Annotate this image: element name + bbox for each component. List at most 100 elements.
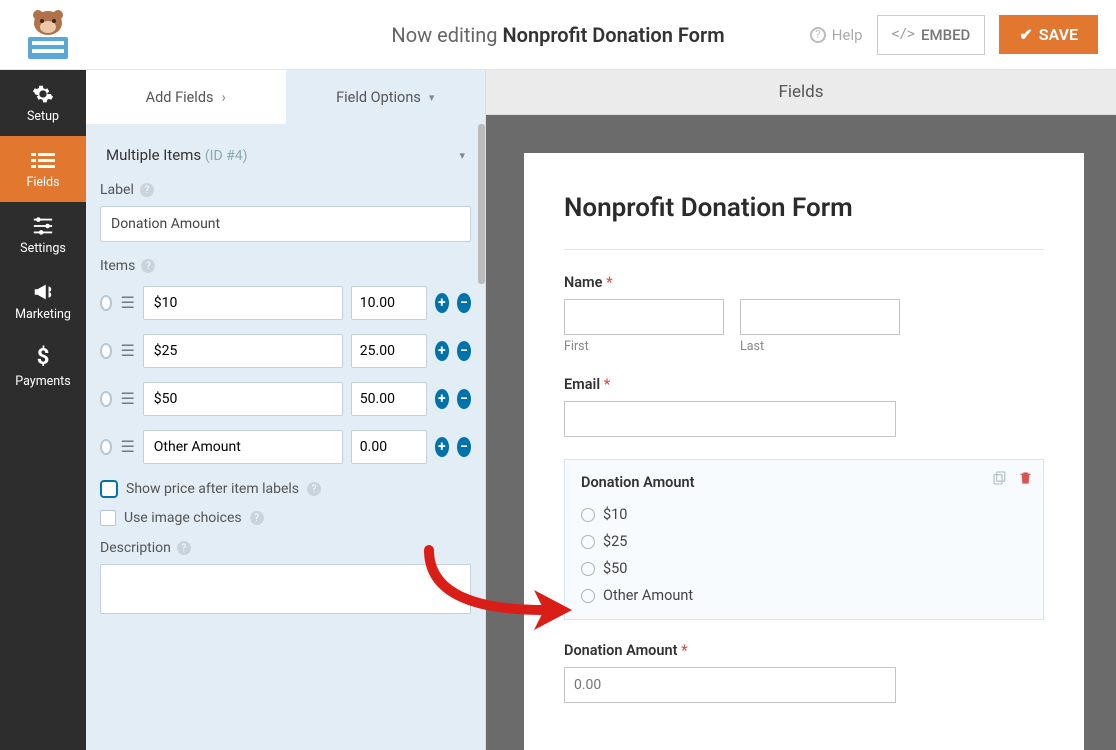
radio-option[interactable]: $25 xyxy=(581,528,1027,555)
nav-label: Payments xyxy=(15,374,70,389)
email-input[interactable] xyxy=(564,401,896,437)
item-row: ☰ +− xyxy=(100,286,471,320)
help-icon[interactable]: ? xyxy=(141,259,155,273)
drag-handle-icon[interactable]: ☰ xyxy=(120,439,134,455)
list-icon xyxy=(31,149,55,171)
donation-amount-input[interactable] xyxy=(564,667,896,703)
add-item-button[interactable]: + xyxy=(435,437,449,457)
remove-item-button[interactable]: − xyxy=(457,341,471,361)
field-label-input[interactable] xyxy=(100,206,471,242)
left-nav: Setup Fields Settings Marketing $ Paymen… xyxy=(0,70,86,750)
item-price-input[interactable] xyxy=(351,286,427,320)
item-row: ☰ +− xyxy=(100,430,471,464)
chevron-right-icon: › xyxy=(221,89,225,106)
panel-scrollbar[interactable] xyxy=(478,124,485,284)
nav-label: Settings xyxy=(20,241,66,256)
section-id: (ID #4) xyxy=(205,148,248,164)
drag-handle-icon[interactable]: ☰ xyxy=(120,295,134,311)
nav-label: Fields xyxy=(26,175,59,190)
tab-field-options[interactable]: Field Options ▾ xyxy=(286,70,486,124)
description-label: Description xyxy=(100,540,171,556)
remove-item-button[interactable]: − xyxy=(457,389,471,409)
editing-title: Now editing Nonprofit Donation Form xyxy=(391,23,724,47)
last-name-input[interactable] xyxy=(740,299,900,335)
dollar-icon: $ xyxy=(37,345,50,370)
help-icon[interactable]: ? xyxy=(250,511,264,525)
option-label: $10 xyxy=(603,506,627,523)
help-icon[interactable]: ? xyxy=(140,183,154,197)
item-label-input[interactable] xyxy=(143,430,343,464)
tab-label: Add Fields xyxy=(146,89,214,106)
radio-icon xyxy=(581,535,595,549)
first-sublabel: First xyxy=(564,339,724,354)
checkbox[interactable] xyxy=(100,480,118,498)
default-radio[interactable] xyxy=(100,391,112,407)
trash-icon[interactable] xyxy=(1018,470,1033,490)
radio-option[interactable]: $50 xyxy=(581,555,1027,582)
embed-icon: </> xyxy=(892,27,915,42)
help-icon[interactable]: ? xyxy=(307,482,321,496)
chevron-down-icon: ▾ xyxy=(459,149,465,162)
nav-settings[interactable]: Settings xyxy=(0,202,86,268)
selected-field-donation[interactable]: Donation Amount $10 $25$50 Other Amount xyxy=(564,459,1044,620)
add-item-button[interactable]: + xyxy=(435,389,449,409)
preview-stage: Nonprofit Donation Form Name * First Las… xyxy=(486,115,1116,750)
tab-add-fields[interactable]: Add Fields › xyxy=(86,70,286,124)
donation-label: Donation Amount xyxy=(581,474,694,491)
nav-fields[interactable]: Fields xyxy=(0,136,86,202)
radio-option[interactable]: Other Amount xyxy=(581,582,1027,609)
add-item-button[interactable]: + xyxy=(435,293,449,313)
item-label-input[interactable] xyxy=(143,286,343,320)
checkbox[interactable] xyxy=(100,510,116,526)
preview-header-label: Fields xyxy=(778,82,823,102)
required-mark: * xyxy=(606,274,613,291)
embed-label: EMBED xyxy=(921,26,970,44)
radio-icon xyxy=(581,589,595,603)
show-price-checkbox-row[interactable]: Show price after item labels ? xyxy=(100,480,471,498)
item-price-input[interactable] xyxy=(351,430,427,464)
drag-handle-icon[interactable]: ☰ xyxy=(120,343,134,359)
item-label-input[interactable] xyxy=(143,382,343,416)
preview-form: Nonprofit Donation Form Name * First Las… xyxy=(524,153,1084,750)
preview-header: Fields xyxy=(486,70,1116,115)
help-label: Help xyxy=(832,26,863,44)
radio-icon xyxy=(581,508,595,522)
label-label: Label xyxy=(100,182,134,198)
remove-item-button[interactable]: − xyxy=(457,293,471,313)
nav-label: Setup xyxy=(27,109,59,124)
default-radio[interactable] xyxy=(100,343,112,359)
check-icon: ✔ xyxy=(1019,25,1032,44)
sliders-icon xyxy=(32,215,54,237)
first-name-input[interactable] xyxy=(564,299,724,335)
gear-icon xyxy=(32,83,54,105)
remove-item-button[interactable]: − xyxy=(457,437,471,457)
nav-setup[interactable]: Setup xyxy=(0,70,86,136)
save-button[interactable]: ✔ SAVE xyxy=(999,15,1098,54)
use-image-choices-row[interactable]: Use image choices ? xyxy=(100,510,471,526)
description-textarea[interactable] xyxy=(100,564,471,614)
help-link[interactable]: ? Help xyxy=(810,26,863,44)
form-title: Nonprofit Donation Form xyxy=(564,193,1044,223)
last-sublabel: Last xyxy=(740,339,900,354)
default-radio[interactable] xyxy=(100,439,112,455)
app-logo xyxy=(18,7,78,63)
help-icon[interactable]: ? xyxy=(177,541,191,555)
nav-payments[interactable]: $ Payments xyxy=(0,334,86,400)
topbar: Now editing Nonprofit Donation Form ? He… xyxy=(0,0,1116,70)
nav-marketing[interactable]: Marketing xyxy=(0,268,86,334)
duplicate-icon[interactable] xyxy=(992,470,1008,490)
drag-handle-icon[interactable]: ☰ xyxy=(120,391,134,407)
chevron-down-icon: ▾ xyxy=(429,91,435,104)
item-label-input[interactable] xyxy=(143,334,343,368)
section-header[interactable]: Multiple Items (ID #4) ▾ xyxy=(100,136,471,182)
item-price-input[interactable] xyxy=(351,382,427,416)
option-label: Other Amount xyxy=(603,587,693,604)
radio-option[interactable]: $10 xyxy=(581,501,1027,528)
embed-button[interactable]: </> EMBED xyxy=(877,15,986,55)
item-price-input[interactable] xyxy=(351,334,427,368)
add-item-button[interactable]: + xyxy=(435,341,449,361)
save-label: SAVE xyxy=(1039,25,1078,44)
item-row: ☰ +− xyxy=(100,334,471,368)
checkbox-label: Show price after item labels xyxy=(126,481,299,497)
default-radio[interactable] xyxy=(100,295,112,311)
